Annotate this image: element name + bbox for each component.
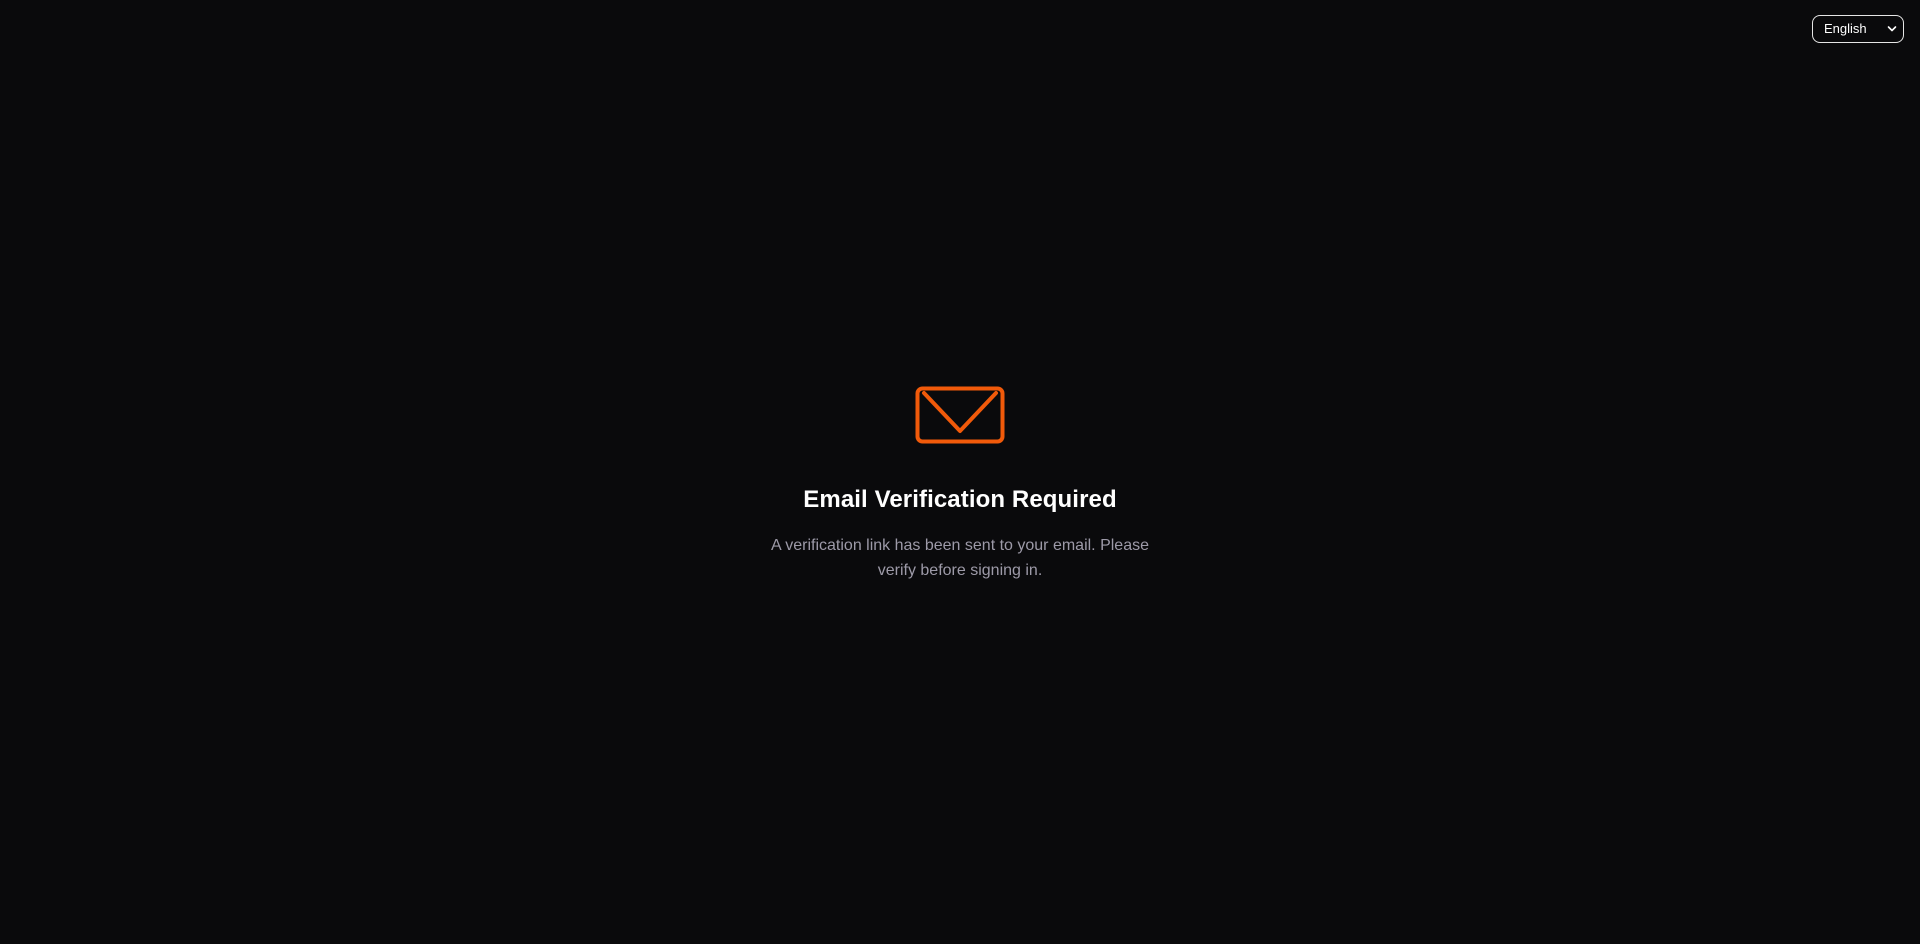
language-selector-wrapper: English — [1812, 15, 1904, 43]
language-select[interactable]: English — [1812, 15, 1904, 43]
verification-message: A verification link has been sent to you… — [771, 537, 1149, 579]
page: English Email Verification Required A ve… — [0, 0, 1920, 944]
page-title: Email Verification Required — [803, 486, 1117, 513]
mail-icon — [915, 386, 1005, 444]
verification-panel: Email Verification Required A verificati… — [0, 386, 1920, 583]
